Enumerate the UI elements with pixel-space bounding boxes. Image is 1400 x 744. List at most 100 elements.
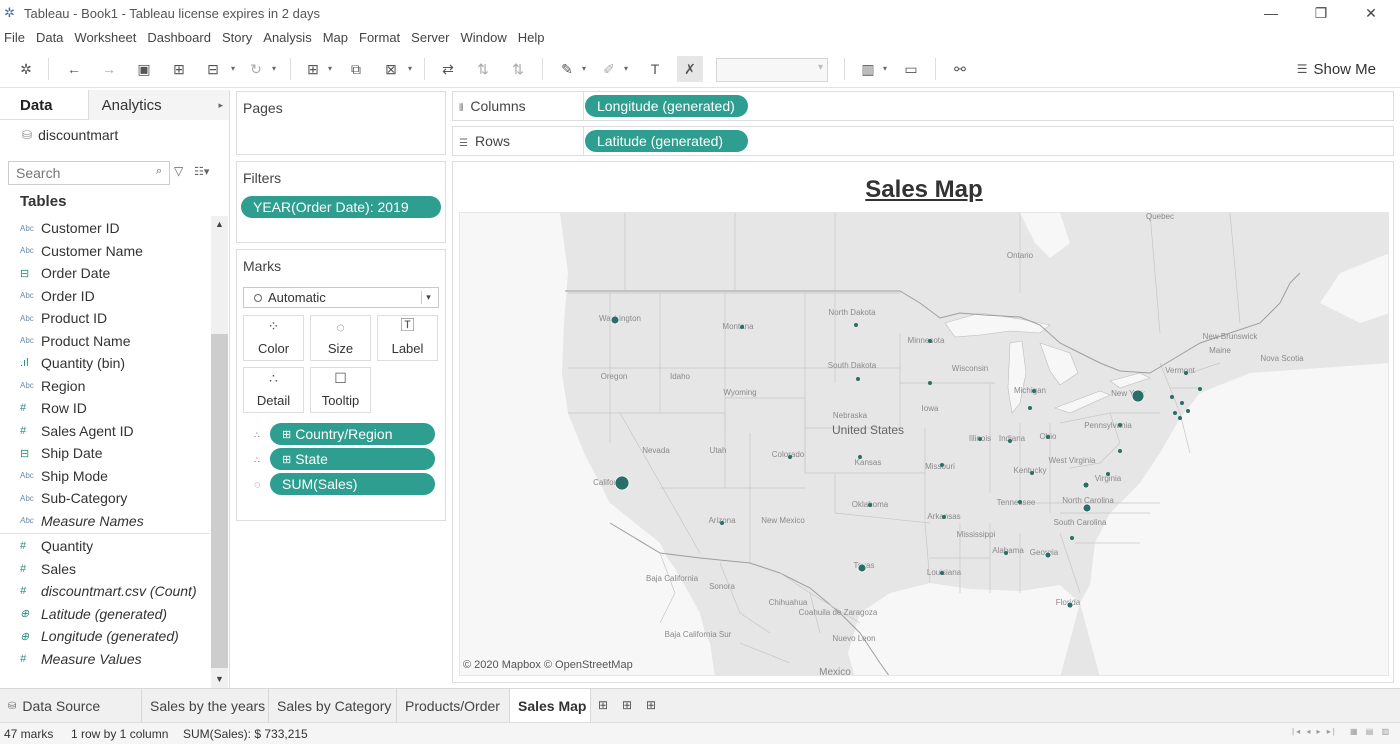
sales-mark[interactable]: [788, 455, 792, 459]
sales-mark[interactable]: [1066, 601, 1074, 609]
view-toggle-buttons[interactable]: ▦ ▤ ▥: [1350, 727, 1392, 736]
field-dimensions-9[interactable]: # Sales Agent ID: [0, 420, 210, 443]
sales-mark[interactable]: [940, 571, 944, 575]
field-dimensions-13[interactable]: Abc Measure Names: [0, 510, 210, 533]
minimize-button[interactable]: —: [1248, 0, 1294, 26]
scroll-down-icon[interactable]: ▼: [211, 671, 228, 688]
chevron-down-icon[interactable]: ▾: [421, 291, 435, 304]
menu-dashboard[interactable]: Dashboard: [147, 30, 211, 45]
sales-mark[interactable]: [1030, 471, 1034, 475]
duplicate-sheet-icon[interactable]: ⧉: [343, 56, 369, 82]
show-mark-labels-icon[interactable]: T: [642, 56, 668, 82]
sort-ascending-icon[interactable]: ⇅: [470, 56, 496, 82]
menu-data[interactable]: Data: [36, 30, 63, 45]
menu-file[interactable]: File: [4, 30, 25, 45]
rows-pill-latitude[interactable]: Latitude (generated): [585, 130, 748, 152]
sales-mark[interactable]: [1008, 439, 1012, 443]
sales-mark[interactable]: [928, 381, 932, 385]
fit-dropdown[interactable]: [716, 58, 828, 82]
sales-mark[interactable]: [854, 323, 858, 327]
menu-server[interactable]: Server: [411, 30, 449, 45]
field-dimensions-8[interactable]: # Row ID: [0, 397, 210, 420]
fix-axes-icon[interactable]: ✗: [677, 56, 703, 82]
map[interactable]: Quebec Ontario Washington Montana North Dako…: [459, 212, 1389, 676]
highlight-icon[interactable]: ✎: [554, 56, 580, 82]
scroll-up-icon[interactable]: ▲: [211, 216, 228, 233]
new-data-source-icon[interactable]: ⊞: [166, 56, 192, 82]
field-measures-3[interactable]: ⊕ Latitude (generated): [0, 603, 210, 626]
field-dimensions-3[interactable]: Abc Order ID: [0, 285, 210, 308]
sales-mark[interactable]: [1184, 371, 1188, 375]
save-icon[interactable]: ▣: [131, 56, 157, 82]
color-button[interactable]: ⁘ Color: [243, 315, 304, 361]
field-measures-0[interactable]: # Quantity: [0, 535, 210, 558]
sales-mark[interactable]: [1070, 536, 1074, 540]
group-members-icon[interactable]: ✐: [596, 56, 622, 82]
sales-mark[interactable]: [978, 437, 982, 441]
menu-map[interactable]: Map: [323, 30, 348, 45]
menu-window[interactable]: Window: [460, 30, 506, 45]
sales-mark[interactable]: [1106, 472, 1110, 476]
undo-icon[interactable]: ←: [61, 56, 87, 82]
search-input[interactable]: [8, 161, 170, 185]
tab-sales-by-category[interactable]: Sales by Category: [269, 689, 397, 723]
sales-mark[interactable]: [1082, 481, 1090, 489]
marks-pill-sum-sales[interactable]: SUM(Sales): [270, 473, 435, 495]
field-dimensions-2[interactable]: ⊟ Order Date: [0, 262, 210, 285]
pages-card[interactable]: Pages: [236, 91, 446, 155]
field-dimensions-12[interactable]: Abc Sub-Category: [0, 487, 210, 510]
field-dimensions-0[interactable]: Abc Customer ID: [0, 217, 210, 240]
marks-pill-country[interactable]: ⊞ Country/Region: [270, 423, 435, 445]
sales-mark[interactable]: [1004, 551, 1008, 555]
scroll-thumb[interactable]: [211, 334, 228, 668]
field-dimensions-11[interactable]: Abc Ship Mode: [0, 465, 210, 488]
filter-pill-year[interactable]: YEAR(Order Date): 2019: [241, 196, 441, 218]
sales-mark[interactable]: [858, 455, 862, 459]
clear-sheet-icon[interactable]: ⊠: [378, 56, 404, 82]
sales-mark[interactable]: [1186, 409, 1190, 413]
sales-mark[interactable]: [856, 377, 860, 381]
detail-button[interactable]: ∴ Detail: [243, 367, 304, 413]
refresh-icon[interactable]: ↻: [243, 56, 269, 82]
new-worksheet-icon[interactable]: ⊞: [598, 698, 608, 712]
tab-sales-map[interactable]: Sales Map: [510, 689, 591, 723]
columns-shelf[interactable]: ⦀ Columns Longitude (generated): [452, 91, 1394, 121]
tab-sales-by-years[interactable]: Sales by the years: [142, 689, 269, 723]
field-dimensions-10[interactable]: ⊟ Ship Date: [0, 442, 210, 465]
sales-mark[interactable]: [1198, 387, 1202, 391]
sales-mark[interactable]: [857, 563, 867, 573]
sales-mark[interactable]: [1046, 435, 1050, 439]
sales-mark[interactable]: [1118, 423, 1122, 427]
view-options-icon[interactable]: ☷▾: [194, 165, 209, 178]
sales-mark[interactable]: [1131, 389, 1145, 403]
redo-icon[interactable]: →: [96, 56, 122, 82]
label-button[interactable]: 🅃 Label: [377, 315, 438, 361]
show-me-button[interactable]: ☰ Show Me: [1297, 58, 1376, 80]
sales-mark[interactable]: [614, 475, 630, 491]
sales-mark[interactable]: [1178, 416, 1182, 420]
columns-pill-longitude[interactable]: Longitude (generated): [585, 95, 748, 117]
start-page-icon[interactable]: ✲: [13, 56, 39, 82]
new-worksheet-icon[interactable]: ⊞: [300, 56, 326, 82]
sales-mark[interactable]: [1028, 406, 1032, 410]
field-measures-1[interactable]: # Sales: [0, 558, 210, 581]
sales-mark[interactable]: [1032, 389, 1036, 393]
mark-type-dropdown[interactable]: Automatic ▾: [243, 287, 439, 308]
close-button[interactable]: ✕: [1348, 0, 1394, 26]
sales-mark[interactable]: [942, 515, 946, 519]
menu-worksheet[interactable]: Worksheet: [74, 30, 136, 45]
tab-data[interactable]: Data: [0, 90, 88, 120]
new-story-icon[interactable]: ⊞: [646, 698, 656, 712]
filters-card[interactable]: Filters YEAR(Order Date): 2019: [236, 161, 446, 243]
swap-rows-columns-icon[interactable]: ⇄: [435, 56, 461, 82]
menu-analysis[interactable]: Analysis: [263, 30, 311, 45]
field-measures-2[interactable]: # discountmart.csv (Count): [0, 580, 210, 603]
field-dimensions-6[interactable]: .ıl Quantity (bin): [0, 352, 210, 375]
sales-mark[interactable]: [1044, 551, 1052, 559]
size-button[interactable]: ◌ Size: [310, 315, 371, 361]
sales-mark[interactable]: [940, 463, 944, 467]
sales-mark[interactable]: [1180, 401, 1184, 405]
fit-icon[interactable]: ▥: [855, 56, 881, 82]
pause-updates-icon[interactable]: ⊟: [200, 56, 226, 82]
filter-icon[interactable]: ▽: [174, 164, 183, 178]
